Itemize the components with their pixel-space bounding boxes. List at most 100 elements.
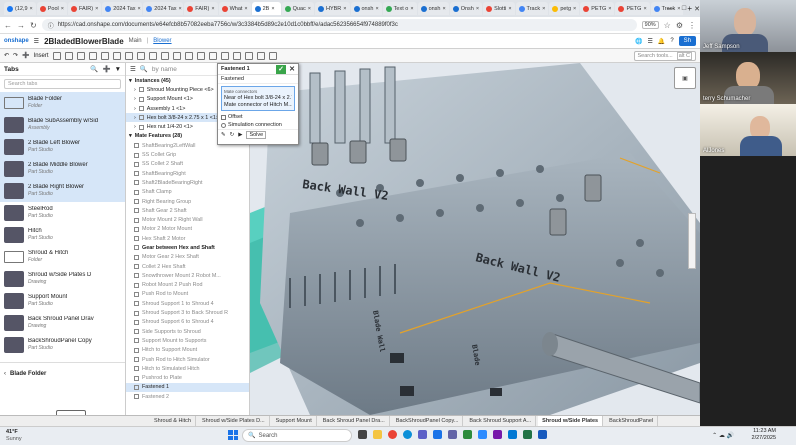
- search-icon[interactable]: 🔍: [140, 65, 148, 73]
- versions-icon[interactable]: ☰: [647, 38, 652, 45]
- tab-item[interactable]: SteelRod Part Studio: [0, 202, 125, 224]
- mate-feature-row[interactable]: SS Collet 2 Shaft: [126, 160, 249, 169]
- mate-feature-row[interactable]: Hex Shaft 2 Motor: [126, 234, 249, 243]
- onenote-icon[interactable]: [493, 430, 502, 439]
- share-button[interactable]: Sh: [678, 36, 696, 46]
- document-name[interactable]: 2BladedBlowerBlade: [44, 37, 124, 46]
- view-tools[interactable]: [688, 213, 696, 269]
- document-tab[interactable]: BackShroudPanel: [605, 416, 659, 426]
- tab-close-icon[interactable]: ×: [95, 6, 98, 12]
- mate-feature-row[interactable]: Support Mount to Supports: [126, 336, 249, 345]
- ball-mate-icon[interactable]: [136, 51, 145, 60]
- excel-icon[interactable]: [523, 430, 532, 439]
- view-cube[interactable]: ▣: [674, 67, 696, 89]
- browser-tab[interactable]: What ×: [218, 2, 251, 15]
- browser-tab[interactable]: (12,9 ×: [4, 2, 36, 15]
- fastened-mate-icon[interactable]: [64, 51, 73, 60]
- chevron-right-icon[interactable]: ›: [134, 124, 136, 130]
- chevron-left-icon[interactable]: ‹: [4, 371, 6, 377]
- tab-close-icon[interactable]: ×: [271, 6, 274, 12]
- cylindrical-mate-icon[interactable]: [112, 51, 121, 60]
- mate-feature-row[interactable]: Side Supports to Shroud: [126, 327, 249, 336]
- tab-close-icon[interactable]: ×: [573, 6, 576, 12]
- undo-icon[interactable]: ↶: [4, 52, 9, 59]
- mate-feature-row[interactable]: Shaft Gear 2 Shaft: [126, 206, 249, 215]
- mate-feature-row[interactable]: Motor 2 Motor Mount: [126, 225, 249, 234]
- file-explorer-icon[interactable]: [373, 430, 382, 439]
- system-clock[interactable]: 11:23 AM 2/27/2025: [752, 428, 776, 442]
- mate-feature-row[interactable]: Shaft2BladeBearingRight: [126, 178, 249, 187]
- folder-item[interactable]: Shroud & Hitch Folder: [0, 246, 125, 268]
- offset-row[interactable]: Offset: [218, 113, 298, 121]
- browser-tab[interactable]: PETG ×: [580, 2, 615, 15]
- app-icon[interactable]: [463, 430, 472, 439]
- chevron-right-icon[interactable]: ›: [134, 115, 136, 121]
- tab-close-icon[interactable]: ×: [443, 6, 446, 12]
- participant-tile-3[interactable]: AlJones: [700, 104, 796, 156]
- tab-close-icon[interactable]: ×: [643, 6, 646, 12]
- tab-close-icon[interactable]: ×: [608, 6, 611, 12]
- tabs-search-input[interactable]: Search tabs: [4, 79, 121, 89]
- zoom-icon[interactable]: [478, 430, 487, 439]
- hamburger-icon[interactable]: ☰: [34, 38, 39, 45]
- tab-close-icon[interactable]: ×: [343, 6, 346, 12]
- browser-tab[interactable]: Onsh ×: [449, 2, 483, 15]
- browser-tab[interactable]: Pool ×: [36, 2, 67, 15]
- chevron-right-icon[interactable]: ›: [134, 106, 136, 112]
- folder-item[interactable]: Blade Folder Folder: [0, 92, 125, 114]
- accept-button[interactable]: ✓: [276, 64, 286, 74]
- browser-tab[interactable]: 2024 Tax ×: [143, 2, 184, 15]
- cancel-button[interactable]: ✕: [288, 65, 296, 74]
- tab-close-icon[interactable]: ×: [508, 6, 511, 12]
- mate-feature-row[interactable]: Right Bearing Group: [126, 197, 249, 206]
- tab-item[interactable]: Back Shroud Panel Drav Drawing: [0, 312, 125, 334]
- star-icon[interactable]: ☆: [664, 21, 671, 30]
- slider-mate-icon[interactable]: [88, 51, 97, 60]
- shaft-collar[interactable]: [542, 332, 558, 356]
- globe-icon[interactable]: 🌐: [635, 38, 642, 45]
- group-icon[interactable]: [232, 51, 241, 60]
- mate-feature-row[interactable]: Hitch to Support Mount: [126, 346, 249, 355]
- mate-feature-row[interactable]: Fastened 1: [126, 382, 249, 393]
- windows-start-icon[interactable]: [228, 430, 238, 440]
- participant-tile-2[interactable]: terry Schumacher: [700, 52, 796, 104]
- mate-feature-row[interactable]: Motor Mount 2 Right Wall: [126, 215, 249, 224]
- search-icon[interactable]: 🔍: [90, 65, 98, 73]
- mate-feature-row[interactable]: Fastened 2: [126, 392, 249, 401]
- dialog-title[interactable]: Fastened 1: [221, 66, 250, 72]
- parallel-mate-icon[interactable]: [148, 51, 157, 60]
- chevron-right-icon[interactable]: ›: [134, 96, 136, 102]
- mate-feature-row[interactable]: Push Rod to Hitch Simulator: [126, 355, 249, 364]
- filter-instances-icon[interactable]: ☰: [130, 65, 136, 73]
- replicate-icon[interactable]: [52, 51, 61, 60]
- lower-folder-header[interactable]: ‹ Blade Folder: [0, 362, 125, 384]
- tab-item[interactable]: Support Mount Part Studio: [0, 290, 125, 312]
- rack-pinion-icon[interactable]: [196, 51, 205, 60]
- document-tab[interactable]: Shroud w/Side Plates: [538, 416, 604, 426]
- tangent-mate-icon[interactable]: [160, 51, 169, 60]
- zoom-badge[interactable]: 90%: [641, 21, 659, 29]
- mate-feature-row[interactable]: Robot Mount 2 Push Rod: [126, 281, 249, 290]
- edge-icon[interactable]: [403, 430, 412, 439]
- document-tab[interactable]: Support Mount: [272, 416, 317, 426]
- word-icon[interactable]: [538, 430, 547, 439]
- branch-label[interactable]: Main: [129, 38, 142, 44]
- tab-close-icon[interactable]: ×: [375, 6, 378, 12]
- search-tools-input[interactable]: Search tools... alt C: [633, 50, 696, 61]
- browser-tab[interactable]: 2B ×: [251, 2, 281, 15]
- notifications-icon[interactable]: 🔔: [658, 38, 665, 45]
- browser-tab[interactable]: onsh ×: [350, 2, 382, 15]
- tab-item[interactable]: Hitch Part Studio: [0, 224, 125, 246]
- tab-item[interactable]: 2 Blade Middle Blower Part Studio: [0, 158, 125, 180]
- mate-feature-row[interactable]: Hitch to Simulated Hitch: [126, 364, 249, 373]
- pin-slot-mate-icon[interactable]: [124, 51, 133, 60]
- weather-widget[interactable]: 41°F Sunny: [0, 429, 22, 443]
- chevron-down-icon[interactable]: ▾: [129, 78, 132, 84]
- browser-tab[interactable]: Slotti ×: [483, 2, 515, 15]
- browser-tab[interactable]: petg ×: [549, 2, 580, 15]
- onshape-logo[interactable]: onshape: [4, 38, 29, 44]
- play-icon[interactable]: ▶: [238, 132, 242, 138]
- filter-icon[interactable]: ▼: [115, 66, 121, 73]
- gear-relation-icon[interactable]: [184, 51, 193, 60]
- taskbar-search[interactable]: 🔍 Search: [242, 429, 352, 442]
